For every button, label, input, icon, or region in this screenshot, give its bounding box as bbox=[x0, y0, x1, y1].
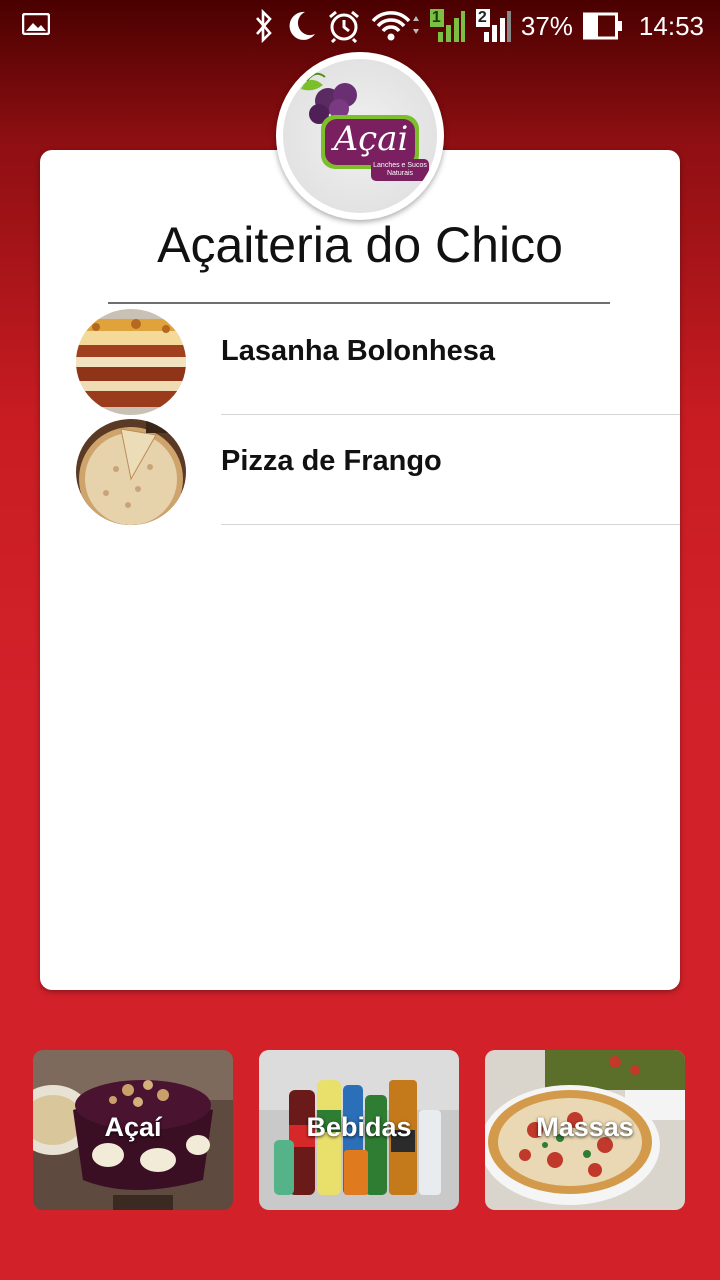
menu-item-name: Lasanha Bolonhesa bbox=[221, 335, 495, 367]
logo-badge: Açai Lanches e Sucos Naturais bbox=[283, 59, 437, 213]
menu-item[interactable]: Pizza de Frango bbox=[40, 415, 680, 525]
category-label: Açaí bbox=[104, 1112, 162, 1142]
title-divider bbox=[108, 302, 610, 304]
bluetooth-icon bbox=[253, 8, 275, 44]
signal-sim1-icon: 1 bbox=[429, 8, 465, 44]
category-label: Bebidas bbox=[306, 1112, 412, 1142]
lasagna-photo bbox=[76, 309, 186, 415]
clock: 14:53 bbox=[638, 10, 704, 41]
status-bar: 1 2 37% 14:53 bbox=[0, 0, 720, 52]
restaurant-logo: Açai Lanches e Sucos Naturais bbox=[276, 52, 444, 220]
sim1-number: 1 bbox=[431, 9, 441, 26]
moon-icon bbox=[285, 8, 317, 44]
menu-item[interactable]: Lasanha Bolonhesa bbox=[40, 305, 680, 415]
image-icon bbox=[22, 13, 50, 35]
chicken-pizza-photo bbox=[76, 419, 186, 525]
logo-brand: Açai bbox=[333, 119, 409, 159]
restaurant-name: Açaiteria do Chico bbox=[157, 217, 563, 273]
category-tile-acai[interactable]: Açaí bbox=[33, 1050, 233, 1210]
menu-item-name: Pizza de Frango bbox=[221, 445, 442, 477]
alarm-icon bbox=[327, 8, 361, 44]
sim2-number: 2 bbox=[477, 9, 487, 26]
battery-icon bbox=[582, 8, 623, 44]
category-label: Massas bbox=[536, 1112, 634, 1142]
wifi-icon bbox=[371, 8, 419, 44]
logo-tagline: Lanches e Sucos Naturais bbox=[373, 162, 427, 177]
restaurant-card: Açaiteria do Chico Lasanha Bolonhesa Piz… bbox=[40, 150, 680, 990]
battery-percent: 37% bbox=[520, 10, 573, 41]
signal-sim2-icon: 2 bbox=[475, 8, 511, 44]
category-tile-massas[interactable]: Massas bbox=[485, 1050, 685, 1210]
category-tile-bebidas[interactable]: Bebidas bbox=[259, 1050, 459, 1210]
divider bbox=[221, 524, 680, 525]
